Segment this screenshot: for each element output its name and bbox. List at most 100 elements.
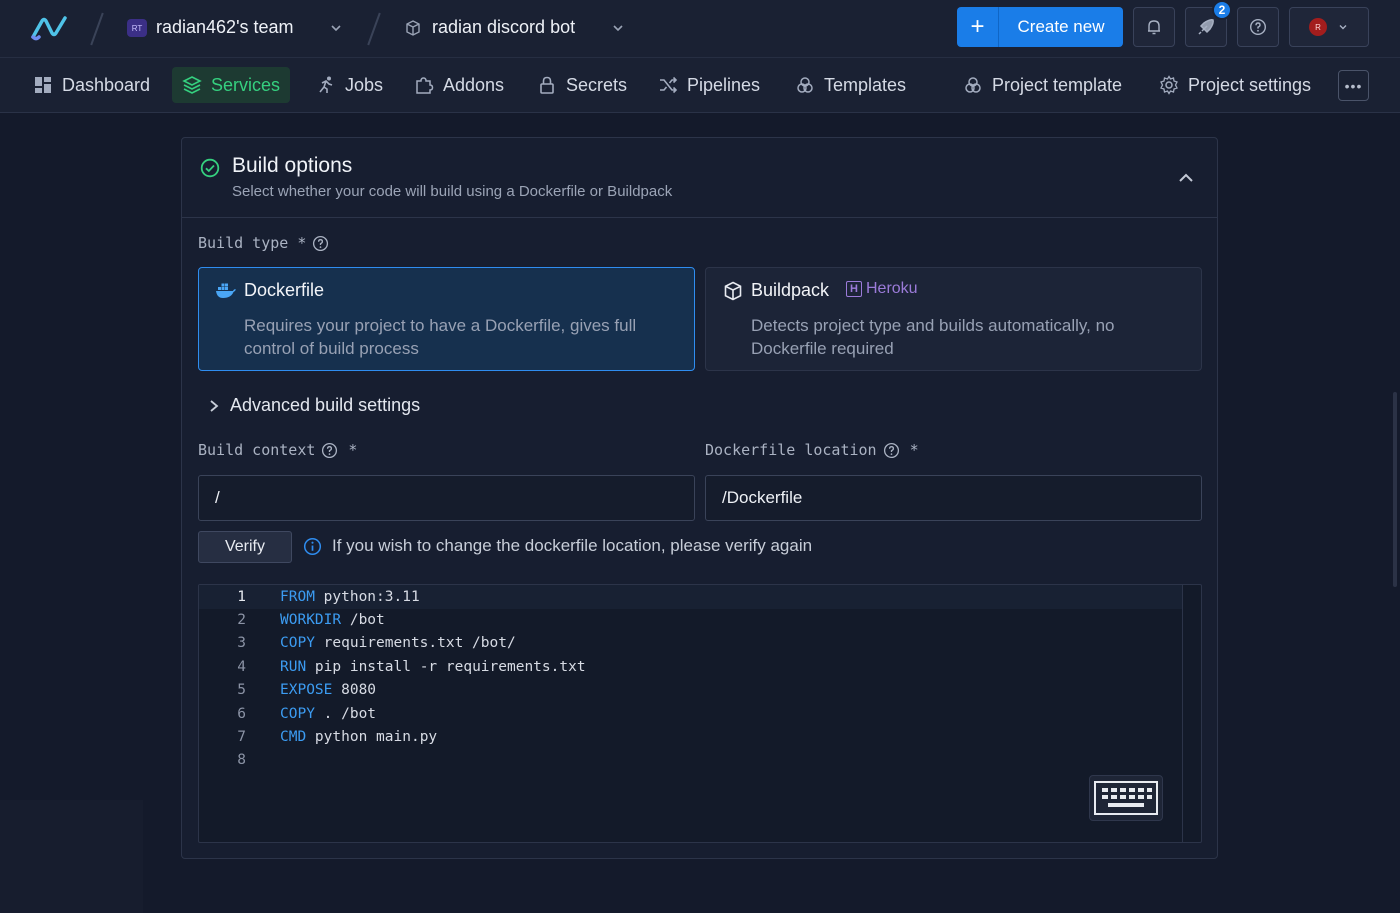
- code-line[interactable]: 5 EXPOSE 8080: [199, 679, 1179, 702]
- create-new-button[interactable]: + Create new: [957, 7, 1123, 47]
- editor-scroll-gutter: [1182, 585, 1183, 842]
- scrollbar-thumb[interactable]: [1393, 392, 1397, 587]
- build-context-input[interactable]: /: [198, 475, 695, 521]
- code-text: COPY . /bot: [280, 706, 376, 722]
- code-text: COPY requirements.txt /bot/: [280, 635, 516, 651]
- advanced-build-settings-label: Advanced build settings: [230, 395, 421, 415]
- build-type-buildpack-option[interactable]: Buildpack H Heroku Detects project type …: [705, 267, 1202, 371]
- nav-label: Project settings: [1188, 74, 1312, 95]
- nav-label: Dashboard: [62, 74, 151, 95]
- bell-icon: [1148, 20, 1160, 35]
- code-text: WORKDIR /bot: [280, 612, 385, 628]
- team-switcher[interactable]: radian462's team: [156, 17, 294, 38]
- notifications-button[interactable]: [1133, 7, 1175, 47]
- templates-icon: [965, 77, 981, 93]
- nav-label: Pipelines: [687, 74, 761, 95]
- more-options-button[interactable]: •••: [1338, 70, 1369, 101]
- nav-addons[interactable]: Addons: [404, 67, 514, 103]
- nav-project-template[interactable]: Project template: [953, 67, 1132, 103]
- top-bar: RT radian462's team radian discord bot +…: [0, 0, 1400, 57]
- code-keyword: WORKDIR: [280, 611, 342, 628]
- heroku-label: Heroku: [866, 280, 918, 297]
- build-options-header[interactable]: Build options Select whether your code w…: [182, 138, 1217, 218]
- help-icon[interactable]: [883, 442, 900, 459]
- line-number: 1: [237, 588, 246, 605]
- breadcrumb-divider: [367, 12, 381, 46]
- code-keyword: CMD: [280, 728, 307, 745]
- dockerfile-title: Dockerfile: [244, 280, 325, 300]
- chevron-down-icon[interactable]: [610, 20, 626, 36]
- nav-label: Secrets: [566, 74, 628, 95]
- keyboard-icon[interactable]: [1089, 775, 1163, 821]
- code-argument: requirements.txt /bot/: [314, 635, 516, 652]
- code-keyword: FROM: [280, 588, 315, 605]
- line-number: 4: [237, 658, 246, 675]
- chevron-down-icon[interactable]: [328, 20, 344, 36]
- chevron-right-icon: [210, 399, 219, 412]
- info-icon: [303, 537, 322, 555]
- build-type-dockerfile-option[interactable]: Dockerfile Requires your project to have…: [198, 267, 695, 371]
- dockerfile-description: Requires your project to have a Dockerfi…: [244, 316, 637, 358]
- code-keyword: EXPOSE: [280, 682, 333, 699]
- plus-icon: +: [957, 7, 999, 47]
- code-keyword: COPY: [280, 705, 315, 722]
- code-line[interactable]: 8: [199, 749, 1179, 772]
- puzzle-icon: [416, 77, 434, 94]
- cube-icon: [724, 281, 742, 301]
- create-new-label: Create new: [1017, 17, 1105, 36]
- dashboard-icon: [35, 77, 51, 93]
- dockerfile-code-editor[interactable]: 1 FROM python:3.11 2 WORKDIR /bot 3 COPY requ…: [198, 584, 1202, 843]
- nav-project-settings[interactable]: Project settings: [1149, 67, 1321, 103]
- code-keyword: RUN: [280, 658, 307, 675]
- code-line[interactable]: 3 COPY requirements.txt /bot/: [199, 632, 1179, 655]
- nav-label: Project template: [992, 74, 1123, 95]
- project-switcher[interactable]: radian discord bot: [432, 17, 575, 38]
- nav-jobs[interactable]: Jobs: [306, 67, 393, 103]
- code-text: FROM python:3.11: [280, 589, 420, 605]
- code-argument: 8080: [332, 682, 377, 699]
- nav-label: Services: [211, 74, 281, 95]
- cube-icon: [406, 20, 420, 36]
- verify-button[interactable]: Verify: [198, 531, 292, 563]
- line-number: 3: [237, 635, 246, 652]
- help-button[interactable]: [1237, 7, 1279, 47]
- docker-icon: [216, 283, 236, 298]
- line-number: 6: [237, 705, 246, 722]
- dockerfile-location-label-text: Dockerfile location: [705, 441, 877, 459]
- help-icon[interactable]: [321, 442, 338, 459]
- code-line[interactable]: 4 RUN pip install -r requirements.txt: [199, 655, 1179, 678]
- nav-secrets[interactable]: Secrets: [527, 67, 637, 103]
- account-menu-button[interactable]: R: [1289, 7, 1369, 47]
- runner-icon: [319, 76, 333, 93]
- dockerfile-location-input[interactable]: /Dockerfile: [705, 475, 1202, 521]
- background-panel: [0, 800, 143, 913]
- code-argument: . /bot: [314, 705, 377, 722]
- code-line[interactable]: 7 CMD python main.py: [199, 725, 1179, 748]
- help-icon: [1249, 18, 1267, 36]
- buildpack-description: Detects project type and builds automati…: [751, 316, 1115, 358]
- nav-pipelines[interactable]: Pipelines: [648, 67, 770, 103]
- code-line[interactable]: 2 WORKDIR /bot: [199, 608, 1179, 631]
- nav-label: Addons: [443, 74, 505, 95]
- nav-templates[interactable]: Templates: [785, 67, 916, 103]
- chevron-up-icon[interactable]: [1176, 168, 1196, 188]
- nav-label: Templates: [824, 74, 907, 95]
- team-avatar: RT: [127, 19, 147, 37]
- templates-icon: [797, 77, 813, 93]
- layers-icon: [182, 76, 202, 94]
- advanced-build-settings-toggle[interactable]: Advanced build settings: [208, 395, 420, 416]
- nav-dashboard[interactable]: Dashboard: [23, 67, 160, 103]
- build-context-label-text: Build context: [198, 441, 316, 459]
- code-line[interactable]: 6 COPY . /bot: [199, 702, 1179, 725]
- northflank-logo[interactable]: [30, 13, 68, 43]
- code-argument: python:3.11: [314, 588, 420, 605]
- chevron-down-icon: [1339, 25, 1347, 30]
- gear-icon: [1160, 75, 1178, 95]
- nav-services[interactable]: Services: [172, 67, 291, 103]
- build-type-label-text: Build type *: [198, 234, 307, 252]
- shuffle-icon: [660, 76, 678, 94]
- code-line[interactable]: 1 FROM python:3.11: [199, 585, 1179, 608]
- code-argument: pip install -r requirements.txt: [306, 658, 586, 675]
- help-icon[interactable]: [312, 235, 329, 252]
- code-text: EXPOSE 8080: [280, 682, 376, 698]
